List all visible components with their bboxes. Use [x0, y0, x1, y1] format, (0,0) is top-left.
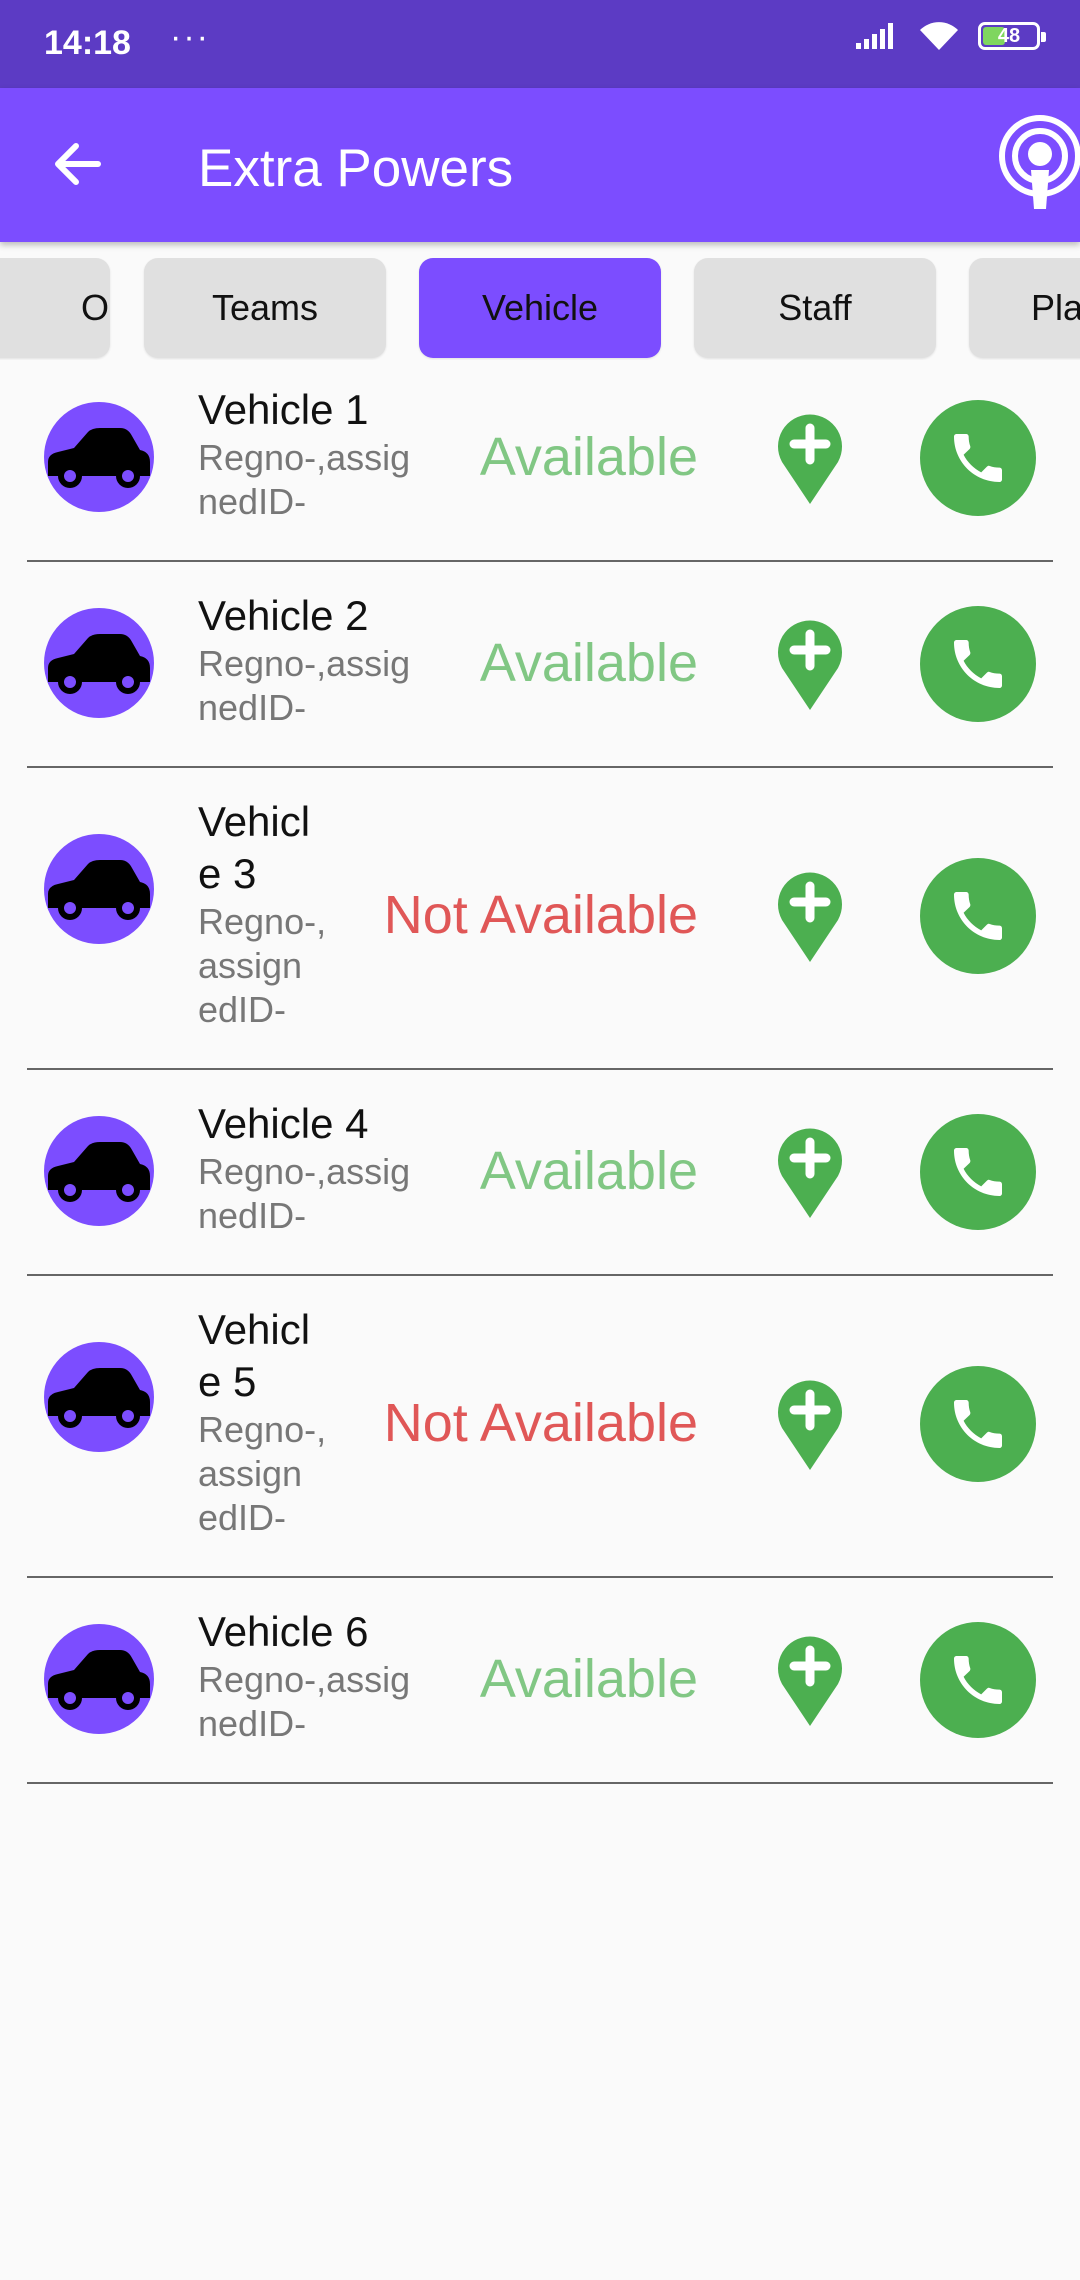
- list-item[interactable]: Vehicle 2 Regno-,assig nedID- Available: [0, 562, 1080, 768]
- add-location-icon[interactable]: [774, 1632, 846, 1728]
- wifi-icon: [920, 22, 958, 50]
- car-avatar: [44, 1624, 154, 1734]
- tab-label: Pla: [1031, 287, 1080, 328]
- vehicle-details: Regno-,assig: [198, 1659, 411, 1700]
- phone-icon: [954, 892, 1002, 940]
- vehicle-name: Vehicle 1: [198, 386, 369, 433]
- battery-icon: 48: [978, 22, 1046, 50]
- list-item[interactable]: Vehicl e 3 Regno-, assign edID- Not Avai…: [0, 768, 1080, 1070]
- category-tabs: O Teams Vehicle Staff Pla: [0, 258, 1080, 360]
- tab-label: Teams: [211, 287, 319, 328]
- add-location-icon[interactable]: [774, 1124, 846, 1220]
- call-button[interactable]: [920, 858, 1036, 974]
- tab-vehicle[interactable]: Vehicle: [419, 258, 661, 358]
- battery-level: 48: [997, 24, 1021, 47]
- tab-teams[interactable]: Teams: [144, 258, 386, 358]
- phone-icon: [954, 640, 1002, 688]
- phone-icon: [954, 1148, 1002, 1196]
- vehicle-name: e 5: [198, 1358, 257, 1405]
- vehicle-list: Vehicle 1 Regno-,assig nedID- Available …: [0, 362, 1080, 1784]
- car-avatar: [44, 402, 154, 512]
- availability-status: Available: [479, 1649, 698, 1709]
- phone-icon: [954, 1400, 1002, 1448]
- add-location-icon[interactable]: [774, 868, 846, 964]
- phone-icon: [954, 1656, 1002, 1704]
- availability-status: Not Available: [383, 885, 698, 945]
- car-icon: [48, 1650, 150, 1710]
- car-avatar: [44, 608, 154, 718]
- car-avatar: [44, 1342, 154, 1452]
- app-bar: Extra Powers: [0, 88, 1080, 242]
- vehicle-name: Vehicle 6: [198, 1608, 369, 1655]
- tab-o[interactable]: O: [0, 258, 110, 358]
- vehicle-details: edID-: [198, 989, 287, 1030]
- vehicle-name: Vehicl: [198, 1306, 311, 1353]
- tab-label: O: [80, 287, 109, 328]
- vehicle-details: assign: [198, 1453, 303, 1494]
- status-bar: 14:18 ··· 48: [0, 0, 1080, 88]
- vehicle-details: Regno-,assig: [198, 1151, 411, 1192]
- vehicle-details: Regno-,assig: [198, 643, 411, 684]
- add-location-icon[interactable]: [774, 616, 846, 712]
- vehicle-name: Vehicl: [198, 798, 311, 845]
- vehicle-details: Regno-,: [198, 1409, 327, 1450]
- car-avatar: [44, 1116, 154, 1226]
- tab-label: Staff: [778, 287, 852, 328]
- vehicle-details: Regno-,: [198, 901, 327, 942]
- vehicle-name: Vehicle 2: [198, 592, 369, 639]
- list-item[interactable]: Vehicle 6 Regno-,assig nedID- Available: [0, 1578, 1080, 1784]
- car-avatar: [44, 834, 154, 944]
- car-icon: [48, 860, 150, 920]
- vehicle-details: Regno-,assig: [198, 437, 411, 478]
- vehicle-details: nedID-: [198, 481, 307, 522]
- availability-status: Available: [479, 427, 698, 487]
- status-time: 14:18: [44, 24, 131, 62]
- car-icon: [48, 1142, 150, 1202]
- call-button[interactable]: [920, 606, 1036, 722]
- vehicle-details: edID-: [198, 1497, 287, 1538]
- call-button[interactable]: [920, 1114, 1036, 1230]
- divider: [27, 1782, 1053, 1784]
- podcast-icon[interactable]: [995, 114, 1080, 214]
- page-title: Extra Powers: [198, 139, 514, 198]
- arrow-left-icon[interactable]: [48, 134, 108, 194]
- call-button[interactable]: [920, 400, 1036, 516]
- tab-label: Vehicle: [481, 287, 599, 328]
- list-item[interactable]: Vehicle 4 Regno-,assig nedID- Available: [0, 1070, 1080, 1276]
- tab-pla[interactable]: Pla: [969, 258, 1080, 358]
- vehicle-details: nedID-: [198, 1703, 307, 1744]
- call-button[interactable]: [920, 1622, 1036, 1738]
- vehicle-name: Vehicle 4: [198, 1100, 369, 1147]
- list-item[interactable]: Vehicle 1 Regno-,assig nedID- Available: [0, 362, 1080, 562]
- signal-icon: [856, 23, 893, 49]
- call-button[interactable]: [920, 1366, 1036, 1482]
- car-icon: [48, 1368, 150, 1428]
- phone-icon: [954, 434, 1002, 482]
- car-icon: [48, 428, 150, 488]
- availability-status: Not Available: [383, 1393, 698, 1453]
- status-icons: 48: [856, 20, 1046, 52]
- vehicle-details: nedID-: [198, 1195, 307, 1236]
- car-icon: [48, 634, 150, 694]
- vehicle-details: assign: [198, 945, 303, 986]
- list-item[interactable]: Vehicl e 5 Regno-, assign edID- Not Avai…: [0, 1276, 1080, 1578]
- add-location-icon[interactable]: [774, 1376, 846, 1472]
- vehicle-details: nedID-: [198, 687, 307, 728]
- vehicle-name: e 3: [198, 850, 257, 897]
- availability-status: Available: [479, 633, 698, 693]
- availability-status: Available: [479, 1141, 698, 1201]
- tab-staff[interactable]: Staff: [694, 258, 936, 358]
- status-more-dots: ···: [170, 18, 210, 56]
- add-location-icon[interactable]: [774, 410, 846, 506]
